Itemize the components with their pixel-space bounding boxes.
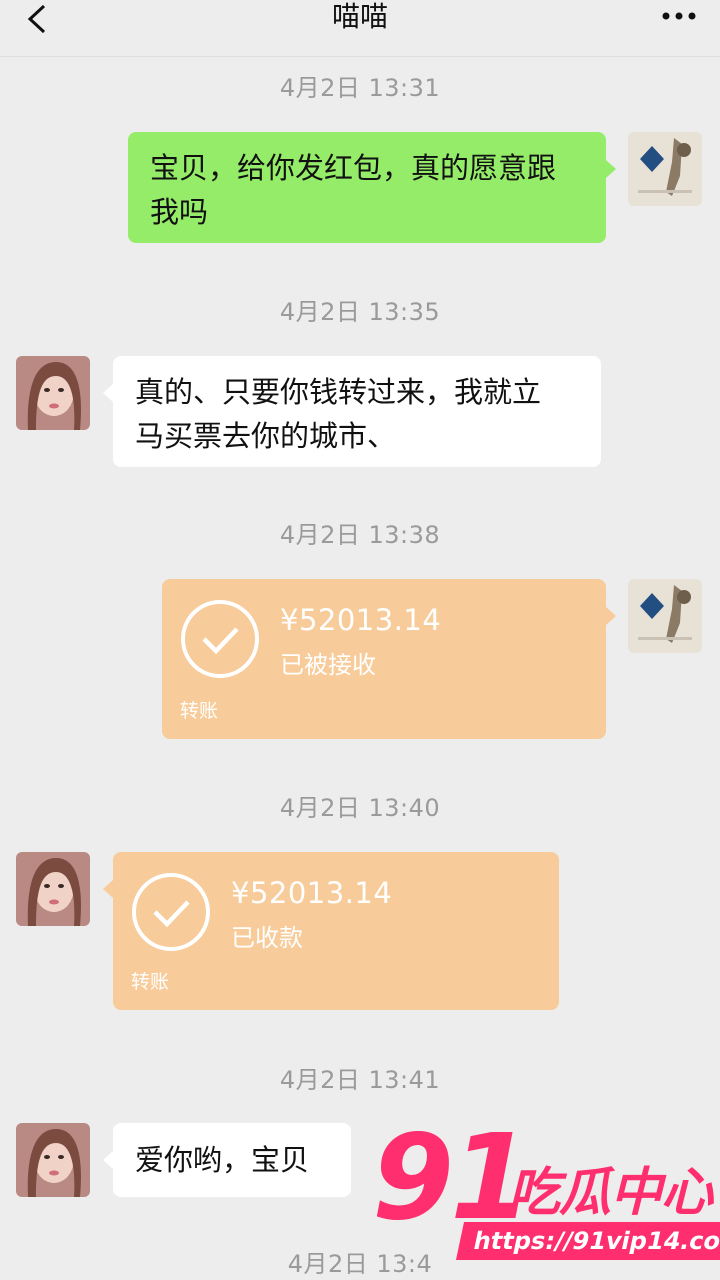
ellipsis-icon xyxy=(662,12,696,20)
check-circle-icon xyxy=(181,600,259,678)
my-avatar[interactable] xyxy=(628,579,702,653)
message-line: 真的、只要你钱转过来，我就立 xyxy=(135,375,542,409)
transfer-label: 转账 xyxy=(131,971,170,993)
contact-avatar[interactable] xyxy=(16,356,90,430)
bubble-tail xyxy=(606,160,616,178)
watermark-text: 吃瓜中心 xyxy=(508,1163,713,1223)
message-line: 爱你哟，宝贝 xyxy=(135,1143,310,1177)
bubble-tail xyxy=(103,880,113,898)
chat-header: 喵喵 xyxy=(0,0,720,57)
timestamp: 4月2日 13:31 xyxy=(279,74,441,102)
contact-avatar[interactable] xyxy=(16,852,90,926)
my-avatar[interactable] xyxy=(628,132,702,206)
message-line: 宝贝，给你发红包，真的愿意跟 xyxy=(150,151,557,185)
transfer-status: 已收款 xyxy=(231,924,303,952)
watermark-number: 91 xyxy=(372,1108,532,1246)
message-line: 马买票去你的城市、 xyxy=(135,419,397,453)
bubble-tail xyxy=(606,607,616,625)
more-button[interactable] xyxy=(660,8,700,22)
watermark-url: https://91vip14.com xyxy=(455,1222,720,1260)
message-bubble-mine[interactable]: 宝贝，给你发红包，真的愿意跟 我吗 xyxy=(128,132,606,243)
message-bubble-theirs[interactable]: 爱你哟，宝贝 xyxy=(113,1123,351,1197)
timestamp: 4月2日 13:41 xyxy=(279,1066,441,1094)
message-bubble-theirs[interactable]: 真的、只要你钱转过来，我就立 马买票去你的城市、 xyxy=(113,356,601,467)
chat-title: 喵喵 xyxy=(331,0,388,33)
contact-avatar[interactable] xyxy=(16,1123,90,1197)
timestamp: 4月2日 13:40 xyxy=(279,794,441,822)
transfer-label: 转账 xyxy=(180,700,219,722)
check-circle-icon xyxy=(132,873,210,951)
transfer-card-mine[interactable]: ¥52013.14 已被接收 转账 xyxy=(162,579,606,739)
transfer-amount: ¥52013.14 xyxy=(280,603,442,637)
bubble-tail xyxy=(103,384,113,402)
timestamp: 4月2日 13:35 xyxy=(279,298,441,326)
transfer-status: 已被接收 xyxy=(280,651,376,679)
timestamp: 4月2日 13:38 xyxy=(279,521,441,549)
bubble-tail xyxy=(103,1151,113,1169)
transfer-card-theirs[interactable]: ¥52013.14 已收款 转账 xyxy=(113,852,559,1010)
message-line: 我吗 xyxy=(150,195,209,229)
transfer-amount: ¥52013.14 xyxy=(231,876,393,910)
